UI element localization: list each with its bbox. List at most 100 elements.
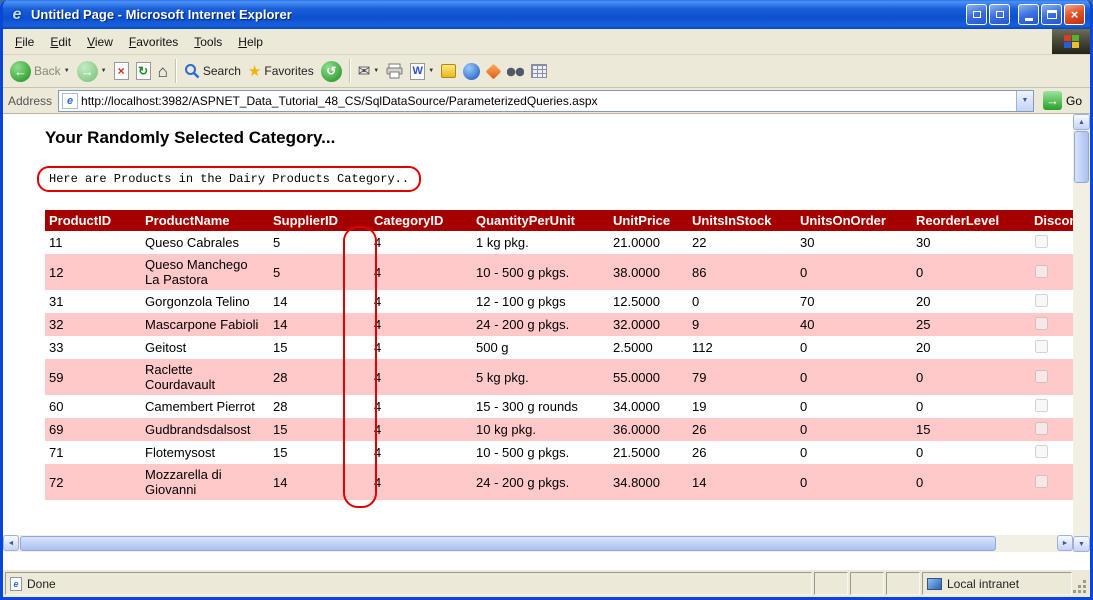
menu-edit[interactable]: Edit bbox=[42, 33, 79, 51]
maximize-icon bbox=[1047, 10, 1057, 19]
cell-categoryid: 4 bbox=[370, 359, 472, 395]
cell-unitsinstock: 14 bbox=[688, 464, 796, 500]
discuss-icon bbox=[441, 64, 456, 78]
horizontal-scroll-thumb[interactable] bbox=[20, 536, 996, 551]
mail-button[interactable]: ✉ ▼ bbox=[355, 62, 383, 81]
forward-button[interactable]: → ▼ bbox=[74, 59, 110, 84]
mail-dropdown-icon[interactable]: ▼ bbox=[373, 68, 379, 74]
toolbar-extra-button-1[interactable] bbox=[460, 61, 483, 82]
home-button[interactable]: ⌂ bbox=[155, 61, 171, 82]
toolbar-extra-button-2[interactable] bbox=[484, 63, 503, 80]
edit-dropdown-icon[interactable]: ▼ bbox=[428, 68, 434, 74]
discontinued-checkbox[interactable] bbox=[1035, 340, 1048, 353]
product-row: 32Mascarpone Fabioli14424 - 200 g pkgs.3… bbox=[45, 313, 1073, 336]
product-row: 12Queso Manchego La Pastora5410 - 500 g … bbox=[45, 254, 1073, 290]
menu-bar: FileEditViewFavoritesToolsHelp bbox=[3, 29, 1090, 55]
maximize-button[interactable] bbox=[1041, 4, 1062, 25]
scroll-down-button[interactable]: ▼ bbox=[1073, 536, 1090, 552]
stop-button[interactable]: × bbox=[111, 60, 132, 82]
discontinued-checkbox[interactable] bbox=[1035, 294, 1048, 307]
cell-unitsinstock: 22 bbox=[688, 231, 796, 254]
toolbar-extra-button-4[interactable] bbox=[528, 62, 550, 80]
cell-reorderlevel: 20 bbox=[912, 336, 1030, 359]
cell-categoryid: 4 bbox=[370, 441, 472, 464]
go-button[interactable]: → Go bbox=[1040, 91, 1085, 110]
status-panel-empty bbox=[850, 572, 884, 595]
scroll-right-button[interactable]: ► bbox=[1057, 535, 1073, 551]
cell-unitsonorder: 0 bbox=[796, 359, 912, 395]
menu-favorites[interactable]: Favorites bbox=[121, 33, 186, 51]
scroll-left-button[interactable]: ◄ bbox=[3, 535, 19, 551]
discontinued-checkbox[interactable] bbox=[1035, 317, 1048, 330]
minimize-button[interactable] bbox=[1018, 4, 1039, 25]
go-arrow-icon: → bbox=[1043, 91, 1062, 110]
vertical-scroll-thumb[interactable] bbox=[1074, 131, 1089, 183]
word-edit-icon: W bbox=[410, 63, 425, 80]
refresh-icon: ↻ bbox=[136, 62, 151, 80]
cell-unitsonorder: 40 bbox=[796, 313, 912, 336]
product-row: 33Geitost154500 g2.5000112020 bbox=[45, 336, 1073, 359]
column-header-unitprice: UnitPrice bbox=[609, 210, 688, 231]
window-extra-button-1[interactable] bbox=[966, 4, 987, 25]
menu-help[interactable]: Help bbox=[230, 33, 271, 51]
cell-unitprice: 2.5000 bbox=[609, 336, 688, 359]
cell-unitsinstock: 9 bbox=[688, 313, 796, 336]
search-label: Search bbox=[203, 64, 241, 78]
discuss-button[interactable] bbox=[438, 62, 459, 80]
menu-file[interactable]: File bbox=[7, 33, 42, 51]
cell-productname: Flotemysost bbox=[141, 441, 269, 464]
address-input[interactable]: e http://localhost:3982/ASPNET_Data_Tuto… bbox=[58, 90, 1034, 112]
horizontal-scroll-track[interactable] bbox=[19, 535, 1057, 552]
cell-unitprice: 21.0000 bbox=[609, 231, 688, 254]
msn-icon bbox=[463, 63, 480, 80]
close-button[interactable]: × bbox=[1064, 4, 1085, 25]
discontinued-checkbox[interactable] bbox=[1035, 265, 1048, 278]
cell-productid: 72 bbox=[45, 464, 141, 500]
back-dropdown-icon[interactable]: ▼ bbox=[64, 68, 70, 74]
resize-grip[interactable] bbox=[1074, 572, 1088, 595]
cell-productname: Geitost bbox=[141, 336, 269, 359]
windows-flag-icon bbox=[1064, 35, 1079, 48]
cell-reorderlevel: 0 bbox=[912, 441, 1030, 464]
cell-productname: Mozzarella di Giovanni bbox=[141, 464, 269, 500]
refresh-button[interactable]: ↻ bbox=[133, 60, 154, 82]
cell-supplierid: 5 bbox=[269, 231, 370, 254]
discontinued-checkbox[interactable] bbox=[1035, 475, 1048, 488]
products-table-body: 11Queso Cabrales541 kg pkg.21.0000223030… bbox=[45, 231, 1073, 500]
toolbar-extra-button-3[interactable] bbox=[504, 63, 527, 80]
discontinued-checkbox[interactable] bbox=[1035, 445, 1048, 458]
search-button[interactable]: Search bbox=[181, 61, 244, 81]
standard-toolbar: ← Back ▼ → ▼ × ↻ ⌂ Search ★ Favorites bbox=[3, 55, 1090, 88]
forward-dropdown-icon[interactable]: ▼ bbox=[101, 68, 107, 74]
edit-button[interactable]: W ▼ bbox=[407, 61, 437, 82]
print-button[interactable] bbox=[383, 61, 406, 81]
column-header-reorderlevel: ReorderLevel bbox=[912, 210, 1030, 231]
window-extra-button-2[interactable] bbox=[989, 4, 1010, 25]
left-arrow-icon: ◄ bbox=[8, 540, 15, 547]
cell-supplierid: 14 bbox=[269, 313, 370, 336]
scroll-up-button[interactable]: ▲ bbox=[1073, 114, 1090, 130]
favorites-button[interactable]: ★ Favorites bbox=[245, 62, 317, 81]
discontinued-checkbox[interactable] bbox=[1035, 422, 1048, 435]
discontinued-checkbox[interactable] bbox=[1035, 399, 1048, 412]
address-dropdown-button[interactable]: ▼ bbox=[1016, 91, 1033, 111]
history-button[interactable]: ↺ bbox=[318, 59, 345, 84]
cell-unitsinstock: 0 bbox=[688, 290, 796, 313]
title-bar[interactable]: e Untitled Page - Microsoft Internet Exp… bbox=[3, 0, 1090, 29]
up-arrow-icon: ▲ bbox=[1078, 119, 1085, 126]
cell-unitsinstock: 79 bbox=[688, 359, 796, 395]
status-panel-empty bbox=[886, 572, 920, 595]
product-row: 59Raclette Courdavault2845 kg pkg.55.000… bbox=[45, 359, 1073, 395]
menu-view[interactable]: View bbox=[79, 33, 121, 51]
back-button[interactable]: ← Back ▼ bbox=[7, 59, 73, 84]
window-icon bbox=[973, 11, 981, 18]
discontinued-checkbox[interactable] bbox=[1035, 370, 1048, 383]
cell-productid: 12 bbox=[45, 254, 141, 290]
horizontal-scrollbar[interactable]: ◄ ► bbox=[3, 535, 1073, 552]
vertical-scroll-track[interactable] bbox=[1073, 130, 1090, 536]
menu-tools[interactable]: Tools bbox=[186, 33, 230, 51]
cell-quantityperunit: 500 g bbox=[472, 336, 609, 359]
vertical-scrollbar[interactable]: ▲ ▼ bbox=[1073, 114, 1090, 552]
cell-discontinued bbox=[1030, 231, 1073, 254]
discontinued-checkbox[interactable] bbox=[1035, 235, 1048, 248]
